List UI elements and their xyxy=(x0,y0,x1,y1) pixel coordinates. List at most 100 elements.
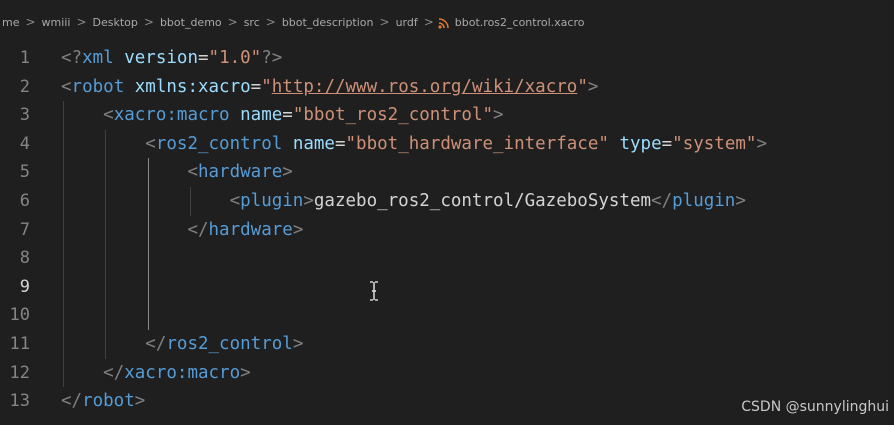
indent-guide xyxy=(105,129,107,359)
line-number: 4 xyxy=(19,133,30,154)
indent-guide xyxy=(147,158,149,330)
code-token: robot xyxy=(82,391,135,412)
code-token: hardware xyxy=(197,162,283,183)
code-token: robot xyxy=(71,76,125,97)
line-number: 13 xyxy=(9,391,30,412)
code-token: > xyxy=(134,391,146,412)
code-token: > xyxy=(587,76,599,97)
code-line[interactable]: 7 </hardware> xyxy=(0,216,894,245)
line-number: 2 xyxy=(19,76,30,97)
code-text: <?xml version="1.0"?> xyxy=(61,44,282,73)
code-text: <ros2_control name = "bbot_hardware_interf… xyxy=(61,130,767,159)
code-line[interactable]: 9 xyxy=(0,273,894,302)
rss-icon xyxy=(438,17,449,29)
breadcrumb: me > wmiii > Desktop > bbot_demo > src > bbot_desc… xyxy=(0,0,894,44)
line-number: 9 xyxy=(19,276,30,297)
code-token: "system" xyxy=(672,133,757,154)
code-token: ?> xyxy=(261,48,283,68)
code-token: gazebo_ros2_control/GazeboSystem xyxy=(313,191,652,211)
breadcrumb-item[interactable]: wmiii xyxy=(40,16,73,29)
code-token: </ xyxy=(103,362,125,383)
code-token: > xyxy=(756,133,767,154)
code-token: </ xyxy=(61,391,83,412)
code-token: hardware xyxy=(208,219,293,240)
line-number: 12 xyxy=(9,362,30,383)
code-token: "1.0" xyxy=(208,48,262,68)
line-number: 10 xyxy=(9,305,30,326)
code-token: < xyxy=(145,133,156,154)
code-token: = xyxy=(282,105,293,126)
watermark: CSDN @sunnylinghui xyxy=(741,399,889,415)
code-token: > xyxy=(735,191,746,211)
line-number: 1 xyxy=(19,48,30,68)
code-token: <? xyxy=(61,48,83,68)
code-token: > xyxy=(303,191,314,211)
code-line[interactable]: 3 <xacro:macro name="bbot_ros2_control"> xyxy=(0,101,894,130)
breadcrumb-item[interactable]: Desktop xyxy=(91,16,140,29)
code-token: type xyxy=(608,133,662,154)
code-token: > xyxy=(240,362,251,383)
code-text: <robot xmlns:xacro="http://www.ros.org/w… xyxy=(61,73,598,102)
code-token: < xyxy=(187,162,198,183)
code-token: < xyxy=(61,76,72,97)
code-token: > xyxy=(292,334,304,354)
code-token: " xyxy=(577,76,588,97)
breadcrumb-item[interactable]: urdf xyxy=(394,16,420,29)
code-token: plugin xyxy=(240,191,304,211)
code-token: > xyxy=(292,219,304,240)
code-text: <plugin>gazebo_ros2_control/GazeboSystem… xyxy=(61,187,746,216)
breadcrumb-file[interactable]: bbot.ros2_control.xacro xyxy=(453,16,587,29)
code-token: " xyxy=(261,76,272,97)
line-number: 5 xyxy=(19,162,30,183)
breadcrumb-item[interactable]: bbot_demo xyxy=(158,16,224,29)
line-number: 7 xyxy=(19,219,30,240)
code-text: </hardware> xyxy=(61,216,303,245)
code-text: </xacro:macro> xyxy=(61,359,251,388)
code-line[interactable]: 8 xyxy=(0,244,894,273)
code-token: name xyxy=(282,133,335,154)
breadcrumb-separator: > xyxy=(25,15,36,29)
code-token: </ xyxy=(187,219,209,240)
line-number: 11 xyxy=(9,334,30,354)
line-number: 8 xyxy=(19,248,30,269)
code-token: version xyxy=(113,48,198,68)
code-token: xacro:macro xyxy=(113,105,230,126)
code-token: = xyxy=(661,133,673,154)
code-line[interactable]: 6 <plugin>gazebo_ros2_control/GazeboSyst… xyxy=(0,187,894,216)
code-line[interactable]: 5 <hardware> xyxy=(0,158,894,187)
breadcrumb-separator: > xyxy=(379,15,390,29)
code-token: </ xyxy=(145,334,167,354)
breadcrumb-separator: > xyxy=(423,15,434,29)
text-cursor-icon xyxy=(370,281,378,301)
code-line[interactable]: 10 xyxy=(0,301,894,330)
code-token: > xyxy=(493,105,504,126)
code-token: "bbot_hardware_interface" xyxy=(345,133,609,154)
code-line[interactable]: 2 <robot xmlns:xacro="http://www.ros.org/… xyxy=(0,73,894,102)
code-token: plugin xyxy=(672,191,736,211)
code-line[interactable]: 11 </ros2_control> xyxy=(0,330,894,359)
code-token: </ xyxy=(651,191,673,211)
breadcrumb-separator: > xyxy=(227,15,238,29)
code-token: < xyxy=(229,191,241,211)
code-text: </ros2_control> xyxy=(61,330,303,359)
code-token: xacro:macro xyxy=(124,362,241,383)
code-token: < xyxy=(103,105,114,126)
code-line[interactable]: 12 </xacro:macro> xyxy=(0,359,894,388)
code-editor[interactable]: 1 <?xml version="1.0"?> 2 <robot xmlns:xacr… xyxy=(0,44,894,425)
code-text: </robot> xyxy=(61,387,145,416)
breadcrumb-item[interactable]: src xyxy=(242,16,262,29)
line-number: 3 xyxy=(19,105,30,126)
code-token: ros2_control xyxy=(155,133,283,154)
breadcrumb-item[interactable]: bbot_description xyxy=(280,16,376,29)
code-line[interactable]: 1 <?xml version="1.0"?> xyxy=(0,44,894,73)
code-line[interactable]: 4 <ros2_control name = "bbot_hardware_inte… xyxy=(0,130,894,159)
breadcrumb-item[interactable]: me xyxy=(0,16,21,29)
code-token: = xyxy=(250,76,262,97)
